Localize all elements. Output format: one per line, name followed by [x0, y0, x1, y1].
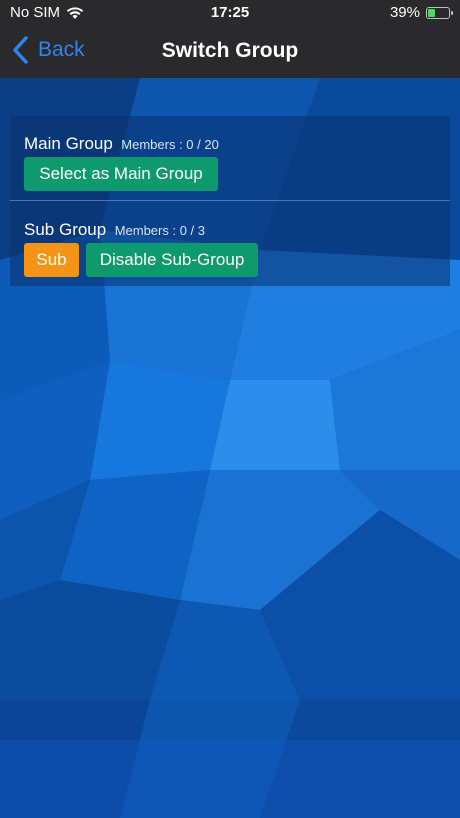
- main-group-members: Members : 0 / 20: [121, 137, 219, 152]
- main-group-title: Main Group: [24, 134, 113, 153]
- sub-group-row: Sub Group Members : 0 / 3 Sub Disable Su…: [10, 202, 450, 286]
- sub-group-title: Sub Group: [24, 220, 107, 239]
- battery-charging-icon: [426, 6, 453, 19]
- main-group-header: Main Group Members : 0 / 20: [24, 134, 219, 154]
- group-divider: [10, 200, 450, 201]
- disable-sub-group-button[interactable]: Disable Sub-Group: [86, 243, 258, 277]
- switch-group-screen: No SIM 17:25 39% Back Switch Group Main …: [0, 0, 460, 818]
- status-right: 39%: [389, 4, 453, 21]
- main-group-row: Main Group Members : 0 / 20 Select as Ma…: [10, 116, 450, 200]
- battery-level-fill: [428, 8, 435, 17]
- sub-group-header: Sub Group Members : 0 / 3: [24, 220, 205, 240]
- sub-button[interactable]: Sub: [24, 243, 79, 277]
- page-title: Switch Group: [161, 39, 299, 62]
- status-bar: No SIM 17:25 39%: [0, 0, 460, 26]
- sub-group-members: Members : 0 / 3: [114, 223, 205, 238]
- battery-tip: [451, 10, 453, 15]
- bottom-toolbar-area: [0, 740, 460, 818]
- groups-panel: Main Group Members : 0 / 20 Select as Ma…: [10, 116, 450, 286]
- navigation-bar: Back Switch Group: [0, 26, 460, 78]
- select-main-group-button[interactable]: Select as Main Group: [24, 157, 218, 191]
- battery-percent: 39%: [389, 4, 420, 21]
